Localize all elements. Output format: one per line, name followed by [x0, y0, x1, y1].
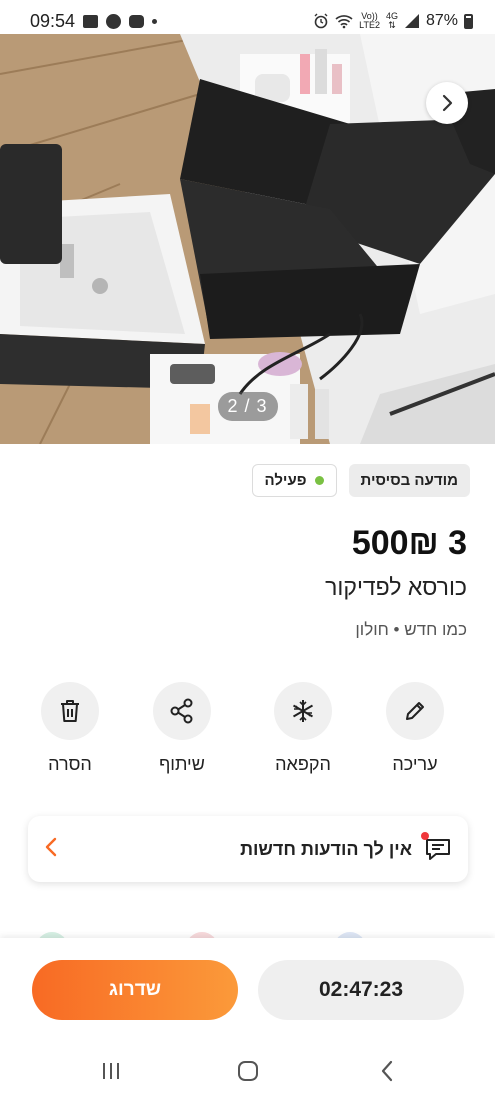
alarm-icon [314, 13, 328, 29]
chevron-right-icon [442, 94, 453, 112]
freeze-action[interactable]: הקפאה [263, 682, 343, 775]
battery-percent: 87% [425, 12, 458, 29]
youtube-notification-icon [129, 14, 145, 28]
action-row: הסרה שיתוף הקפאה עריכה [30, 682, 470, 782]
gallery-notification-icon [83, 14, 99, 28]
next-photo-button[interactable] [426, 82, 468, 124]
wifi-icon [335, 15, 353, 29]
edit-button[interactable] [386, 682, 444, 740]
status-time: 09:54 [30, 10, 76, 31]
delete-action[interactable]: הסרה [30, 682, 110, 775]
status-badge: פעילה [251, 464, 337, 497]
recents-icon [103, 1063, 119, 1079]
home-button[interactable] [233, 1058, 263, 1084]
status-right: Vo)) LTE2 4G ⇅ 87% [313, 12, 473, 30]
upgrade-button[interactable]: שדרוג [32, 960, 238, 1020]
recents-button[interactable] [96, 1058, 126, 1084]
listing-subtitle: כמו חדש • חולון [355, 620, 467, 639]
lte-text: LTE2 [359, 20, 380, 30]
listing-photo[interactable]: 2 / 3 [0, 34, 495, 444]
back-icon [381, 1060, 393, 1082]
volte-indicator: Vo)) LTE2 [359, 12, 380, 30]
more-notifications-icon [152, 18, 158, 24]
system-nav-bar [0, 1042, 495, 1100]
status-bar: 09:54 Vo)) LTE2 4G ⇅ 87% [0, 0, 495, 42]
notifications-text: אין לך הודעות חדשות [240, 838, 412, 859]
photo-image [0, 34, 495, 444]
share-button[interactable] [153, 682, 211, 740]
edit-label: עריכה [392, 754, 438, 774]
status-dot-icon [314, 476, 324, 485]
share-icon [170, 698, 193, 724]
data-arrows-icon: ⇅ [388, 20, 396, 30]
pencil-icon [406, 702, 424, 720]
price: 3 500₪ [351, 524, 467, 562]
share-action[interactable]: שיתוף [142, 682, 222, 775]
screen: 09:54 Vo)) LTE2 4G ⇅ 87% 2 / 3 מודעה בסי… [0, 0, 495, 1100]
back-button[interactable] [372, 1058, 402, 1084]
delete-label: הסרה [48, 754, 92, 774]
status-label: פעילה [264, 472, 307, 489]
badges: מודעה בסיסית פעילה [251, 464, 470, 497]
chat-icon [421, 832, 452, 863]
timer-button[interactable]: 02:47:23 [258, 960, 464, 1020]
edit-action[interactable]: עריכה [375, 682, 455, 775]
battery-icon [464, 13, 473, 29]
badge-basic-listing: מודעה בסיסית [348, 464, 470, 497]
whatsapp-notification-icon [106, 13, 122, 29]
freeze-label: הקפאה [275, 754, 331, 774]
share-label: שיתוף [159, 754, 205, 774]
chevron-left-icon [44, 836, 58, 863]
notifications-card[interactable]: אין לך הודעות חדשות [28, 816, 468, 882]
status-left: 09:54 [30, 10, 158, 32]
signal-icon [404, 14, 419, 28]
delete-button[interactable] [41, 682, 99, 740]
freeze-button[interactable] [274, 682, 332, 740]
trash-icon [61, 700, 79, 722]
network-type-indicator: 4G ⇅ [386, 12, 398, 30]
bottom-action-bar: שדרוג 02:47:23 [0, 938, 495, 1042]
listing-title: כורסא לפדיקור [325, 574, 467, 600]
home-icon [238, 1061, 258, 1081]
snowflake-icon [292, 700, 314, 722]
unread-dot-icon [421, 832, 429, 840]
photo-counter: 2 / 3 [217, 392, 278, 421]
